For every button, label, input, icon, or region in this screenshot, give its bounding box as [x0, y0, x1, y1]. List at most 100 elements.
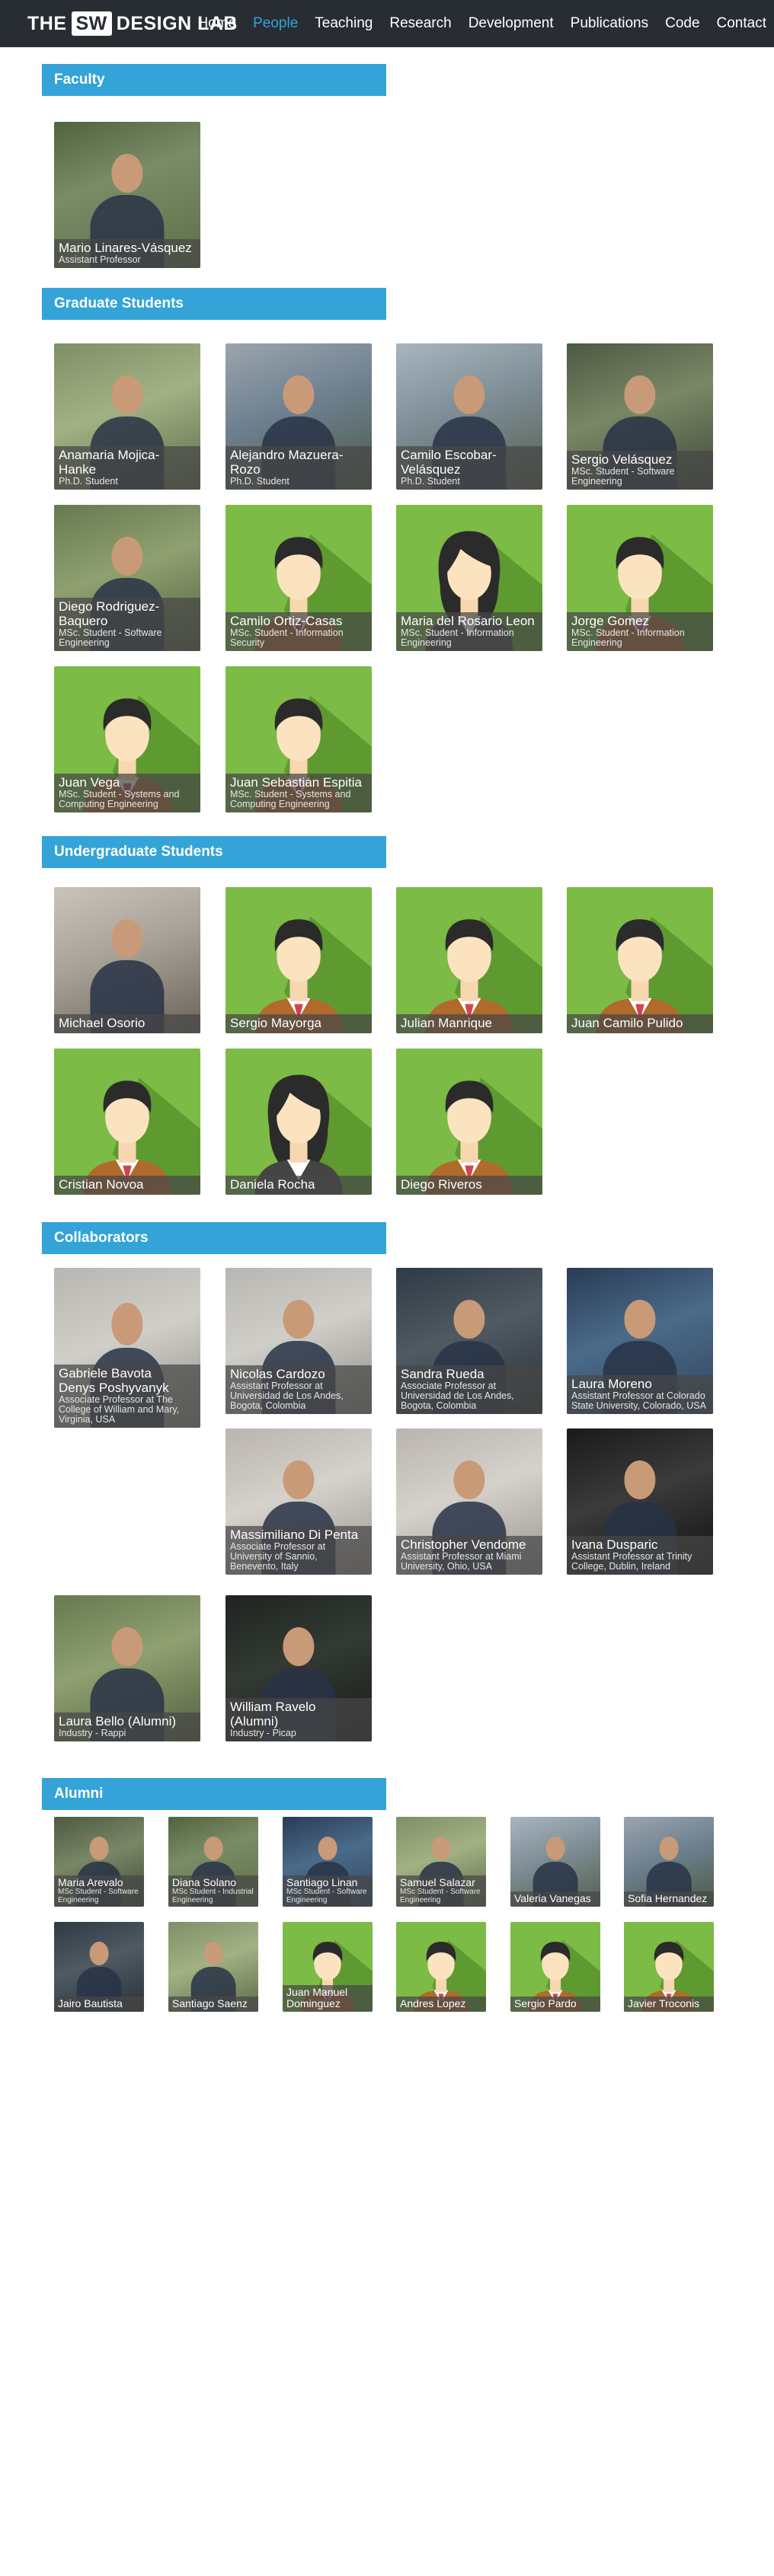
- alumni-card-jairo-bautista[interactable]: Jairo Bautista: [54, 1922, 144, 2012]
- person-name: Valeria Vanegas: [514, 1892, 591, 1904]
- graduate-card-anamaria-mojica-hanke[interactable]: Anamaria Mojica-Hanke Ph.D. Student: [54, 343, 200, 490]
- undergraduate-card-sergio-mayorga[interactable]: Sergio Mayorga: [225, 887, 372, 1033]
- person-role: MSc. Student - Software Engineering: [571, 466, 675, 487]
- person-name: Javier Troconis: [628, 1997, 700, 2009]
- person-name: Santiago Saenz: [172, 1997, 248, 2009]
- card-caption: Sofia Hernandez: [624, 1891, 714, 1907]
- collaborators-card-massimiliano-di-penta[interactable]: Massimiliano Di Penta Associate Professor…: [225, 1428, 372, 1575]
- undergraduate-card-michael-osorio[interactable]: Michael Osorio: [54, 887, 200, 1033]
- nav-teaching[interactable]: Teaching: [315, 15, 373, 32]
- alumni-card-andres-lopez[interactable]: Andres Lopez: [396, 1922, 486, 2012]
- collaborators-card-sandra-rueda[interactable]: Sandra Rueda Associate Professor at Unive…: [396, 1268, 542, 1414]
- card-caption: Massimiliano Di Penta Associate Professor…: [225, 1526, 372, 1575]
- person-name: Juan Sebastian Espitia: [230, 775, 362, 790]
- graduate-card-diego-rodriguez-baquero[interactable]: Diego Rodriguez-Baquero MSc. Student - So…: [54, 505, 200, 651]
- card-caption: Laura Moreno Assistant Professor at Color…: [567, 1375, 713, 1414]
- graduate-card-alejandro-mazuera-rozo[interactable]: Alejandro Mazuera-Rozo Ph.D. Student: [225, 343, 372, 490]
- card-caption: Sergio Velásquez MSc. Student - Software …: [567, 451, 713, 490]
- logo-text-sw: SW: [71, 11, 112, 36]
- undergraduate-card-diego-riveros[interactable]: Diego Riveros: [396, 1049, 542, 1195]
- graduate-card-camilo-ortiz-casas[interactable]: Camilo Ortiz-Casas MSc. Student - Informa…: [225, 505, 372, 651]
- person-role: Ph.D. Student: [401, 476, 460, 487]
- card-caption: Jorge Gomez MSc. Student - Information En…: [567, 612, 713, 651]
- profile-photo: [54, 887, 200, 1033]
- person-role: Assistant Professor: [59, 254, 141, 265]
- section-header-alumni: Alumni: [42, 1778, 386, 1810]
- person-name: Alejandro Mazuera-Rozo: [230, 448, 344, 477]
- person-role: Ph.D. Student: [230, 476, 289, 487]
- person-role: MSc. Student - Systems and Computing Eng…: [230, 789, 351, 809]
- person-name: Jorge Gomez: [571, 614, 650, 628]
- person-role: MSc. Student - Software Engineering: [59, 627, 162, 648]
- person-name: Maria del Rosario Leon: [401, 614, 535, 628]
- nav-code[interactable]: Code: [665, 15, 699, 32]
- card-caption: Michael Osorio: [54, 1014, 200, 1033]
- person-role: MSc Student - Software Engineering: [58, 1888, 139, 1904]
- collaborators-card-gabriele-bavota-denys-poshyvanyk[interactable]: Gabriele Bavota Denys Poshyvanyk Associate…: [54, 1268, 200, 1428]
- section-header-undergraduate: Undergraduate Students: [42, 836, 386, 868]
- undergraduate-card-daniela-rocha[interactable]: Daniela Rocha: [225, 1049, 372, 1195]
- alumni-card-sofia-hernandez[interactable]: Sofia Hernandez: [624, 1817, 714, 1907]
- alumni-card-maria-arevalo[interactable]: Maria Arevalo MSc Student - Software Engi…: [54, 1817, 144, 1907]
- alumni-card-diana-solano[interactable]: Diana Solano MSc Student - Industrial Eng…: [168, 1817, 258, 1907]
- alumni-card-samuel-salazar[interactable]: Samuel Salazar MSc Student - Software Eng…: [396, 1817, 486, 1907]
- female-avatar-icon: [225, 1049, 372, 1195]
- person-role: MSc. Student - Information Engineering: [401, 627, 514, 648]
- collaborators-card-laura-bello-alumni[interactable]: Laura Bello (Alumni) Industry - Rappi: [54, 1595, 200, 1741]
- person-name: Santiago Linan: [286, 1876, 358, 1888]
- person-name: Diego Riveros: [401, 1177, 482, 1192]
- graduate-card-juan-sebastian-espitia[interactable]: Juan Sebastian Espitia MSc. Student - Sys…: [225, 666, 372, 812]
- nav-people[interactable]: People: [253, 15, 298, 32]
- graduate-card-sergio-velasquez[interactable]: Sergio Velásquez MSc. Student - Software …: [567, 343, 713, 490]
- person-name: Jairo Bautista: [58, 1997, 123, 2009]
- collaborators-card-laura-moreno[interactable]: Laura Moreno Assistant Professor at Color…: [567, 1268, 713, 1414]
- alumni-card-javier-troconis[interactable]: Javier Troconis: [624, 1922, 714, 2012]
- graduate-card-juan-vega[interactable]: Juan Vega MSc. Student - Systems and Comp…: [54, 666, 200, 812]
- collaborators-card-ivana-dusparic[interactable]: Ivana Dusparic Assistant Professor at Tri…: [567, 1428, 713, 1575]
- male-avatar-icon: [225, 887, 372, 1033]
- person-role: Assistant Professor at Miami University,…: [401, 1551, 522, 1572]
- undergraduate-card-cristian-novoa[interactable]: Cristian Novoa: [54, 1049, 200, 1195]
- nav-research[interactable]: Research: [389, 15, 451, 32]
- card-caption: Santiago Saenz: [168, 1997, 258, 2012]
- alumni-card-santiago-saenz[interactable]: Santiago Saenz: [168, 1922, 258, 2012]
- undergraduate-card-julian-manrique[interactable]: Julian Manrique: [396, 887, 542, 1033]
- person-name: Sofia Hernandez: [628, 1892, 708, 1904]
- alumni-card-sergio-pardo[interactable]: Sergio Pardo: [510, 1922, 600, 2012]
- person-name: Laura Bello (Alumni): [59, 1714, 177, 1729]
- card-caption: Juan Sebastian Espitia MSc. Student - Sys…: [225, 774, 372, 812]
- card-caption: Javier Troconis: [624, 1997, 714, 2012]
- graduate-card-jorge-gomez[interactable]: Jorge Gomez MSc. Student - Information En…: [567, 505, 713, 651]
- person-name: Michael Osorio: [59, 1016, 146, 1030]
- male-avatar-icon: [567, 887, 713, 1033]
- graduate-card-maria-del-rosario-leon[interactable]: Maria del Rosario Leon MSc. Student - Inf…: [396, 505, 542, 651]
- male-avatar-icon: [54, 1049, 200, 1195]
- card-caption: Mario Linares-Vásquez Assistant Professor: [54, 239, 200, 268]
- card-caption: Diana Solano MSc Student - Industrial Eng…: [168, 1875, 258, 1907]
- person-name: Mario Linares-Vásquez: [59, 241, 192, 255]
- section-header-faculty: Faculty: [42, 64, 386, 96]
- alumni-card-santiago-linan[interactable]: Santiago Linan MSc Student - Software Eng…: [283, 1817, 373, 1907]
- faculty-card-mario-linares-vasquez[interactable]: Mario Linares-Vásquez Assistant Professor: [54, 122, 200, 268]
- person-role: MSc Student - Software Engineering: [286, 1888, 367, 1904]
- undergraduate-card-juan-camilo-pulido[interactable]: Juan Camilo Pulido: [567, 887, 713, 1033]
- card-caption: Santiago Linan MSc Student - Software Eng…: [283, 1875, 373, 1907]
- card-caption: Jairo Bautista: [54, 1997, 144, 2012]
- alumni-card-juan-manuel-dominguez[interactable]: Juan Manuel Dominguez: [283, 1922, 373, 2012]
- person-name: Sergio Velásquez: [571, 452, 673, 467]
- logo-text-the: THE: [27, 12, 67, 34]
- collaborators-card-nicolas-cardozo[interactable]: Nicolas Cardozo Assistant Professor at Un…: [225, 1268, 372, 1414]
- card-caption: Diego Riveros: [396, 1176, 542, 1195]
- person-name: Samuel Salazar: [400, 1876, 475, 1888]
- nav-contact[interactable]: Contact: [717, 15, 766, 32]
- nav-development[interactable]: Development: [469, 15, 554, 32]
- person-name: Juan Manuel Dominguez: [286, 1986, 348, 2009]
- alumni-card-valeria-vanegas[interactable]: Valeria Vanegas: [510, 1817, 600, 1907]
- collaborators-card-christopher-vendome[interactable]: Christopher Vendome Assistant Professor a…: [396, 1428, 542, 1575]
- collaborators-card-william-ravelo-alumni[interactable]: William Ravelo (Alumni) Industry - Picap: [225, 1595, 372, 1741]
- person-role: MSc. Student - Information Security: [230, 627, 344, 648]
- person-name: Sergio Mayorga: [230, 1016, 322, 1030]
- nav-publications[interactable]: Publications: [571, 15, 648, 32]
- graduate-card-camilo-escobar-velasquez[interactable]: Camilo Escobar-Velásquez Ph.D. Student: [396, 343, 542, 490]
- nav-home[interactable]: Home: [197, 15, 236, 32]
